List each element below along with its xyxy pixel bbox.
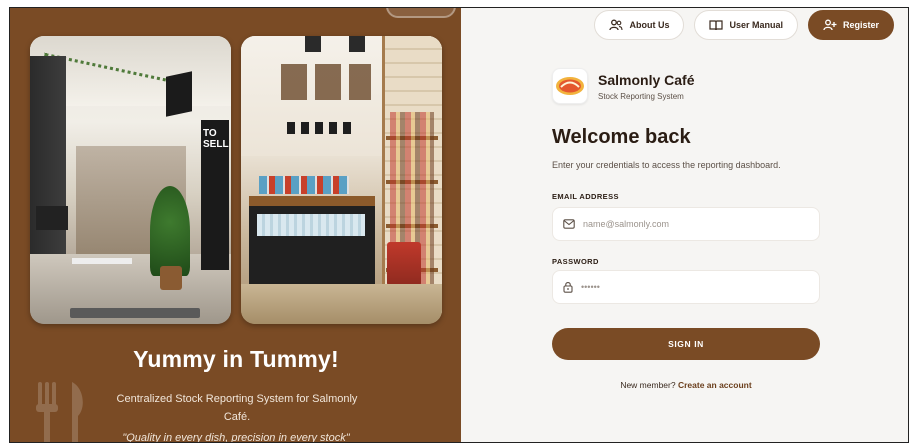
salmonly-logo-mark [556,77,584,95]
mail-icon [563,219,575,229]
register-label: Register [842,20,879,30]
photo-plant [150,186,190,276]
cafe-interior-photo: TO SELL [30,36,231,324]
create-account-prompt: New member? Create an account [552,380,820,390]
email-field[interactable]: name@salmonly.com [552,207,820,241]
top-navigation: About Us User Manual Register [594,10,894,40]
about-us-button[interactable]: About Us [594,10,685,40]
photo-tables [72,224,132,264]
user-manual-label: User Manual [729,20,783,30]
hero-title: Yummy in Tummy! [133,346,339,372]
register-button[interactable]: Register [807,10,894,40]
user-manual-button[interactable]: User Manual [694,10,798,40]
hero-quote: "Quality in every dish, precision in eve… [122,432,350,442]
photo-frames [281,64,371,100]
book-icon [709,20,724,31]
photo-floor [241,284,442,324]
photo-cans [259,176,349,194]
password-label: PASSWORD [552,257,599,266]
page-subtitle: Enter your credentials to access the rep… [552,160,781,170]
photo-bottles [257,214,365,236]
photo-pot [160,266,182,290]
login-panel: About Us User Manual Register Salmonly C… [461,8,908,442]
photo-easel [36,206,68,230]
hero-panel: TO SELL Yummy in Tummy! Centralized Stoc… [10,8,461,442]
brand-name: Salmonly Café [598,71,695,88]
photo-cups [287,122,351,134]
create-account-link[interactable]: Create an account [678,380,752,390]
lock-icon [563,282,573,293]
email-placeholder: name@salmonly.com [583,219,669,229]
photo-sign-text: TO SELL [203,128,229,150]
photo-lamp [305,36,321,52]
brand-header: Salmonly Café Stock Reporting System [552,68,694,104]
email-label: EMAIL ADDRESS [552,192,619,201]
app-window: TO SELL Yummy in Tummy! Centralized Stoc… [9,7,909,443]
hero-top-decoration [386,8,456,18]
password-field[interactable]: •••••• [552,270,820,304]
password-placeholder: •••••• [581,282,600,292]
photo-mat [70,308,200,318]
new-member-text: New member? [620,380,676,390]
photo-lamp [349,36,365,52]
about-us-label: About Us [629,20,670,30]
sign-in-button[interactable]: SIGN IN [552,328,820,360]
salmonly-logo [552,68,588,104]
brand-subtitle: Stock Reporting System [598,91,684,101]
photo-snack [387,242,421,286]
hero-subtitle: Centralized Stock Reporting System for S… [116,393,358,423]
photo-tv [166,71,192,117]
user-plus-icon [823,19,837,31]
cafe-counter-photo [241,36,442,324]
users-icon [609,19,624,31]
page-title: Welcome back [552,126,691,148]
